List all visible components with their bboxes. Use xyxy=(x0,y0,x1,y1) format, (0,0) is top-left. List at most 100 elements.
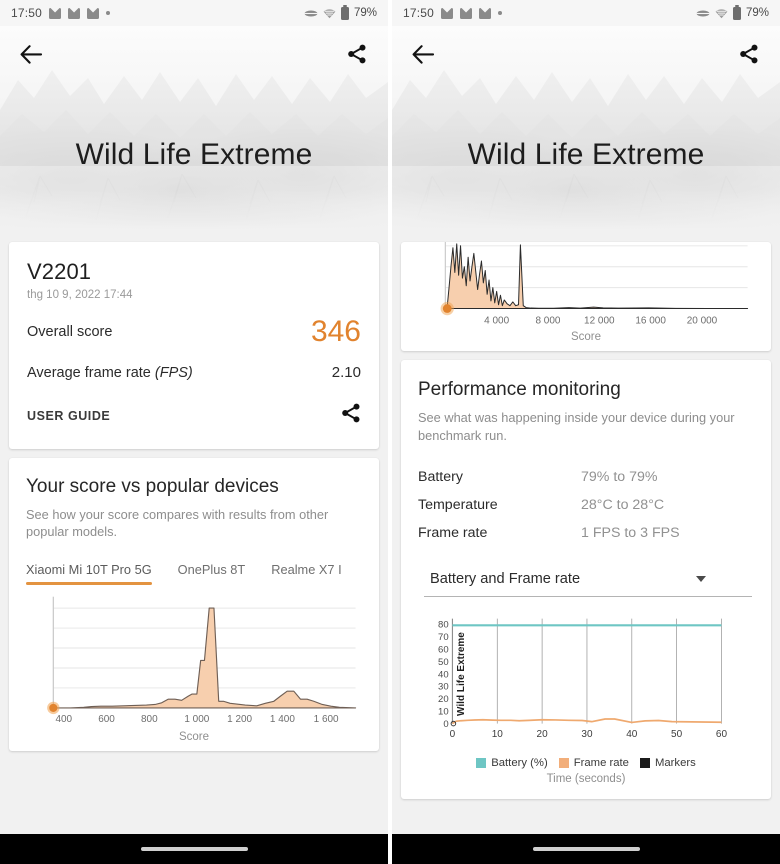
y-axis-title: Wild Life Extreme xyxy=(456,631,467,715)
stat-key: Battery xyxy=(418,468,463,485)
share-icon[interactable] xyxy=(341,403,361,428)
mail-icon xyxy=(441,7,454,19)
stat-row-battery: Battery 79% to 79% xyxy=(418,463,754,491)
svg-text:50: 50 xyxy=(438,657,449,668)
svg-text:60: 60 xyxy=(438,644,449,655)
battery-icon xyxy=(732,4,741,20)
gridlines-vertical xyxy=(496,618,722,724)
global-distribution-chart: 4 000 8 000 12 000 16 000 20 000 Score xyxy=(401,242,771,351)
status-bar: 17:50 79% xyxy=(0,0,388,26)
nav-home-pill[interactable] xyxy=(140,847,248,851)
distribution-area xyxy=(52,607,357,709)
user-guide-label[interactable]: USER GUIDE xyxy=(27,409,110,423)
legend-label: Markers xyxy=(654,756,696,769)
chevron-down-icon[interactable] xyxy=(696,575,706,582)
status-clock: 17:50 xyxy=(403,6,435,20)
frame-rate-label-text: Average frame rate xyxy=(27,365,151,381)
compare-card: Your score vs popular devices See how yo… xyxy=(9,458,379,752)
tab-realme-x7-i[interactable]: Realme X7 I xyxy=(271,558,341,585)
svg-text:800: 800 xyxy=(141,714,158,725)
performance-monitoring-card: Performance monitoring See what was happ… xyxy=(401,360,771,799)
performance-chart-svg: 80 70 60 50 40 30 20 10 0 Wild Life Extr… xyxy=(438,618,728,740)
performance-chart: 80 70 60 50 40 30 20 10 0 Wild Life Extr… xyxy=(418,597,754,785)
metric-select-value: Battery and Frame rate xyxy=(430,570,581,587)
phone-screen-right: 17:50 79% Wild Life Extreme 4 000 8 000 … xyxy=(392,0,780,864)
svg-text:4 000: 4 000 xyxy=(484,316,509,327)
share-icon[interactable] xyxy=(734,39,764,69)
status-bar-left: 17:50 xyxy=(403,6,503,20)
legend-swatch-frame-rate xyxy=(558,757,569,768)
svg-text:30: 30 xyxy=(438,681,449,692)
frame-rate-label: Average frame rate (FPS) xyxy=(27,365,193,381)
stat-key: Temperature xyxy=(418,496,498,513)
hero-title: Wild Life Extreme xyxy=(75,138,313,171)
back-arrow-icon[interactable] xyxy=(408,39,438,69)
stat-key: Frame rate xyxy=(418,524,488,541)
share-icon[interactable] xyxy=(342,39,372,69)
svg-text:10: 10 xyxy=(492,729,504,740)
mail-icon xyxy=(87,7,100,19)
device-name: V2201 xyxy=(27,259,92,284)
x-axis-labels: 400 600 800 1 000 1 200 1 400 1 600 xyxy=(55,714,339,725)
user-guide-row[interactable]: USER GUIDE xyxy=(27,381,361,443)
x-axis-labels: 0 10 20 30 40 50 60 xyxy=(450,729,728,740)
left-content: V2201 thg 10 9, 2022 17:44 Overall score… xyxy=(0,242,388,752)
performance-stats: Battery 79% to 79% Temperature 28°C to 2… xyxy=(418,463,754,547)
back-arrow-icon[interactable] xyxy=(16,39,46,69)
status-bar: 17:50 79% xyxy=(392,0,780,26)
legend-item-frame-rate: Frame rate xyxy=(558,756,629,769)
hero-fade xyxy=(0,189,388,233)
status-bar-right: 79% xyxy=(304,4,377,20)
nav-home-pill[interactable] xyxy=(532,847,640,851)
x-axis-labels: 4 000 8 000 12 000 16 000 20 000 xyxy=(484,316,717,327)
stat-value: 28°C to 28°C xyxy=(581,496,665,513)
device-tabs: Xiaomi Mi 10T Pro 5G OnePlus 8T Realme X… xyxy=(26,558,362,585)
legend-label: Frame rate xyxy=(573,756,629,769)
legend-swatch-markers xyxy=(639,757,650,768)
battery-percent: 79% xyxy=(745,7,769,19)
phone-screen-left: 17:50 79% Wild Life Extreme V2201 thg 10… xyxy=(0,0,388,864)
network-icon xyxy=(696,8,710,19)
performance-subtitle: See what was happening inside your devic… xyxy=(418,410,735,443)
legend-item-markers: Markers xyxy=(639,756,696,769)
global-distribution-card: 4 000 8 000 12 000 16 000 20 000 Score xyxy=(401,242,771,352)
overall-score-label: Overall score xyxy=(27,324,113,340)
frame-rate-value: 2.10 xyxy=(331,364,361,381)
svg-text:50: 50 xyxy=(671,729,683,740)
svg-text:40: 40 xyxy=(626,729,638,740)
your-score-marker xyxy=(49,703,58,712)
svg-text:40: 40 xyxy=(438,669,449,680)
stat-row-frame-rate: Frame rate 1 FPS to 3 FPS xyxy=(418,519,754,547)
svg-text:20: 20 xyxy=(537,729,549,740)
stat-value: 79% to 79% xyxy=(581,468,658,485)
app-bar xyxy=(0,26,388,82)
score-distribution-chart: 400 600 800 1 000 1 200 1 400 1 600 Scor… xyxy=(9,585,379,752)
legend-label: Battery (%) xyxy=(491,756,548,769)
tab-oneplus-8t[interactable]: OnePlus 8T xyxy=(178,558,246,585)
status-bar-right: 79% xyxy=(696,4,769,20)
svg-text:10: 10 xyxy=(438,706,449,717)
svg-text:20 000: 20 000 xyxy=(687,316,718,327)
hero-banner: Wild Life Extreme xyxy=(392,26,780,233)
tab-xiaomi-mi-10t-pro-5g[interactable]: Xiaomi Mi 10T Pro 5G xyxy=(26,558,152,585)
global-distribution-svg: 4 000 8 000 12 000 16 000 20 000 xyxy=(440,242,749,327)
svg-text:600: 600 xyxy=(98,714,115,725)
wifi-icon xyxy=(323,8,336,19)
svg-text:20: 20 xyxy=(438,694,449,705)
score-card: V2201 thg 10 9, 2022 17:44 Overall score… xyxy=(9,242,379,449)
performance-monitoring-body: Performance monitoring See what was happ… xyxy=(401,360,771,799)
stat-value: 1 FPS to 3 FPS xyxy=(581,524,680,541)
metric-select[interactable]: Battery and Frame rate xyxy=(424,566,752,597)
legend-item-battery: Battery (%) xyxy=(476,757,548,769)
svg-text:60: 60 xyxy=(716,729,728,740)
performance-legend: Battery (%) Frame rate Markers xyxy=(420,757,752,769)
svg-text:1 400: 1 400 xyxy=(270,714,295,725)
status-clock: 17:50 xyxy=(11,6,43,20)
app-bar xyxy=(392,26,780,82)
wifi-icon xyxy=(715,8,728,19)
global-distribution-area xyxy=(444,243,749,310)
legend-swatch-battery xyxy=(476,757,487,768)
svg-text:0: 0 xyxy=(450,729,456,740)
hero-banner: Wild Life Extreme xyxy=(0,26,388,233)
compare-title: Your score vs popular devices xyxy=(26,476,279,497)
